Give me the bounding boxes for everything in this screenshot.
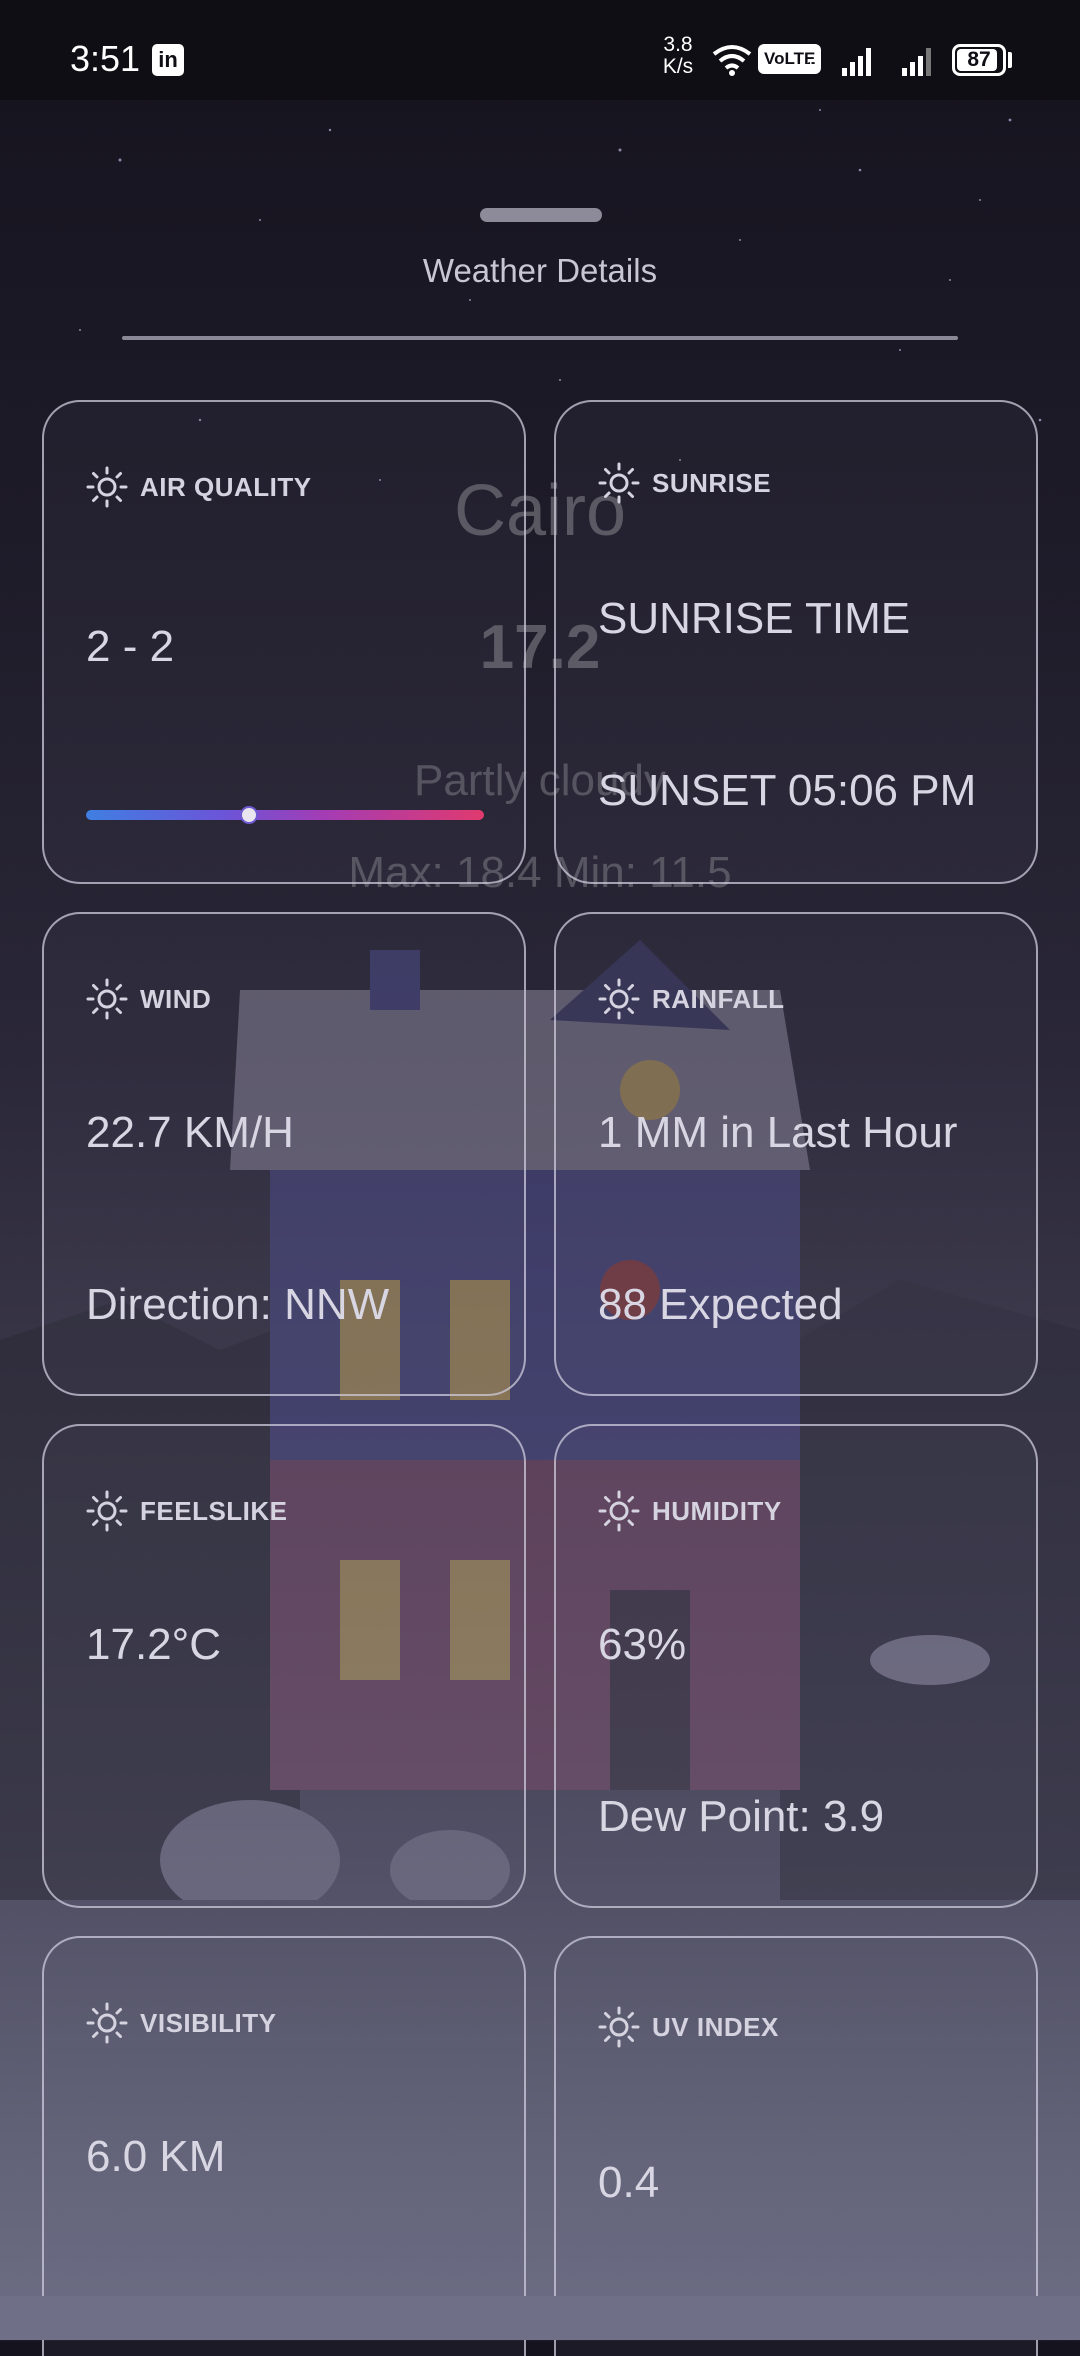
card-label: AIR QUALITY [140,471,312,502]
rainfall-expected: 88 Expected [598,1280,843,1329]
card-label: RAINFALL [652,983,785,1014]
network-speed-unit: K/s [662,55,694,78]
card-header: SUNRISE [598,462,771,504]
card-header: HUMIDITY [598,1490,782,1532]
rainfall-last-hour: 1 MM in Last Hour [598,1108,958,1157]
card-label: WIND [140,983,212,1014]
visibility-value: 6.0 KM [86,2132,226,2181]
wind-direction: Direction: NNW [86,1280,390,1329]
battery-icon: 87 [952,44,1006,76]
card-wind[interactable]: WIND 22.7 KM/H Direction: NNW [42,912,526,1396]
card-uv-index[interactable]: UV INDEX 0.4 [554,1936,1038,2356]
card-header: VISIBILITY [86,2002,276,2044]
sun-icon [598,2006,640,2048]
battery-tip [1008,52,1012,68]
air-quality-value: 2 - 2 [86,622,175,671]
status-time: 3:51 [70,38,141,79]
air-quality-bar [86,806,484,824]
battery-level: 87 [967,48,991,71]
bottom-fade [0,2296,1080,2340]
card-label: HUMIDITY [652,1495,782,1526]
sun-icon [86,466,128,508]
card-feelslike[interactable]: FEELSLIKE 17.2°C [42,1424,526,1908]
card-humidity[interactable]: HUMIDITY 63% Dew Point: 3.9 [554,1424,1038,1908]
card-label: UV INDEX [652,2011,779,2042]
card-sunrise[interactable]: SUNRISE SUNRISE TIME SUNSET 05:06 PM [554,400,1038,884]
signal-strength-icon-sim2 [902,48,931,76]
volte-sim-number: 1 [806,58,815,75]
sunrise-time: SUNRISE TIME [598,594,911,643]
sun-icon [86,2002,128,2044]
card-header: RAINFALL [598,978,785,1020]
network-speed-value: 3.8 [663,33,693,56]
card-header: FEELSLIKE [86,1490,288,1532]
card-label: SUNRISE [652,467,772,498]
sun-icon [86,1490,128,1532]
dew-point: Dew Point: 3.9 [598,1792,885,1841]
card-visibility[interactable]: VISIBILITY 6.0 KM [42,1936,526,2356]
card-label: FEELSLIKE [140,1495,288,1526]
sheet-drag-handle[interactable] [480,208,602,222]
sun-icon [598,462,640,504]
sheet-title: Weather Details [422,252,658,289]
signal-strength-icon [842,48,871,76]
sun-icon [598,1490,640,1532]
card-header: AIR QUALITY [86,466,312,508]
card-label: VISIBILITY [140,2007,277,2038]
uv-index-value: 0.4 [598,2158,660,2207]
humidity-value: 63% [598,1620,687,1669]
sunset-time: SUNSET 05:06 PM [598,766,977,815]
feelslike-value: 17.2°C [86,1620,222,1669]
sun-icon [86,978,128,1020]
sun-icon [598,978,640,1020]
card-air-quality[interactable]: AIR QUALITY 2 - 2 [42,400,526,884]
card-header: WIND [86,978,211,1020]
sheet-divider [122,336,958,340]
status-bar: 3:51 in 3.8 K/s VoLTE 1 87 [0,0,1080,100]
wifi-icon [712,45,752,76]
air-quality-indicator [240,806,259,824]
card-rainfall[interactable]: RAINFALL 1 MM in Last Hour 88 Expected [554,912,1038,1396]
linkedin-notification-icon: in [152,44,184,76]
wind-speed: 22.7 KM/H [86,1108,294,1157]
network-speed: 3.8 K/s [658,34,698,78]
card-header: UV INDEX [598,2006,779,2048]
